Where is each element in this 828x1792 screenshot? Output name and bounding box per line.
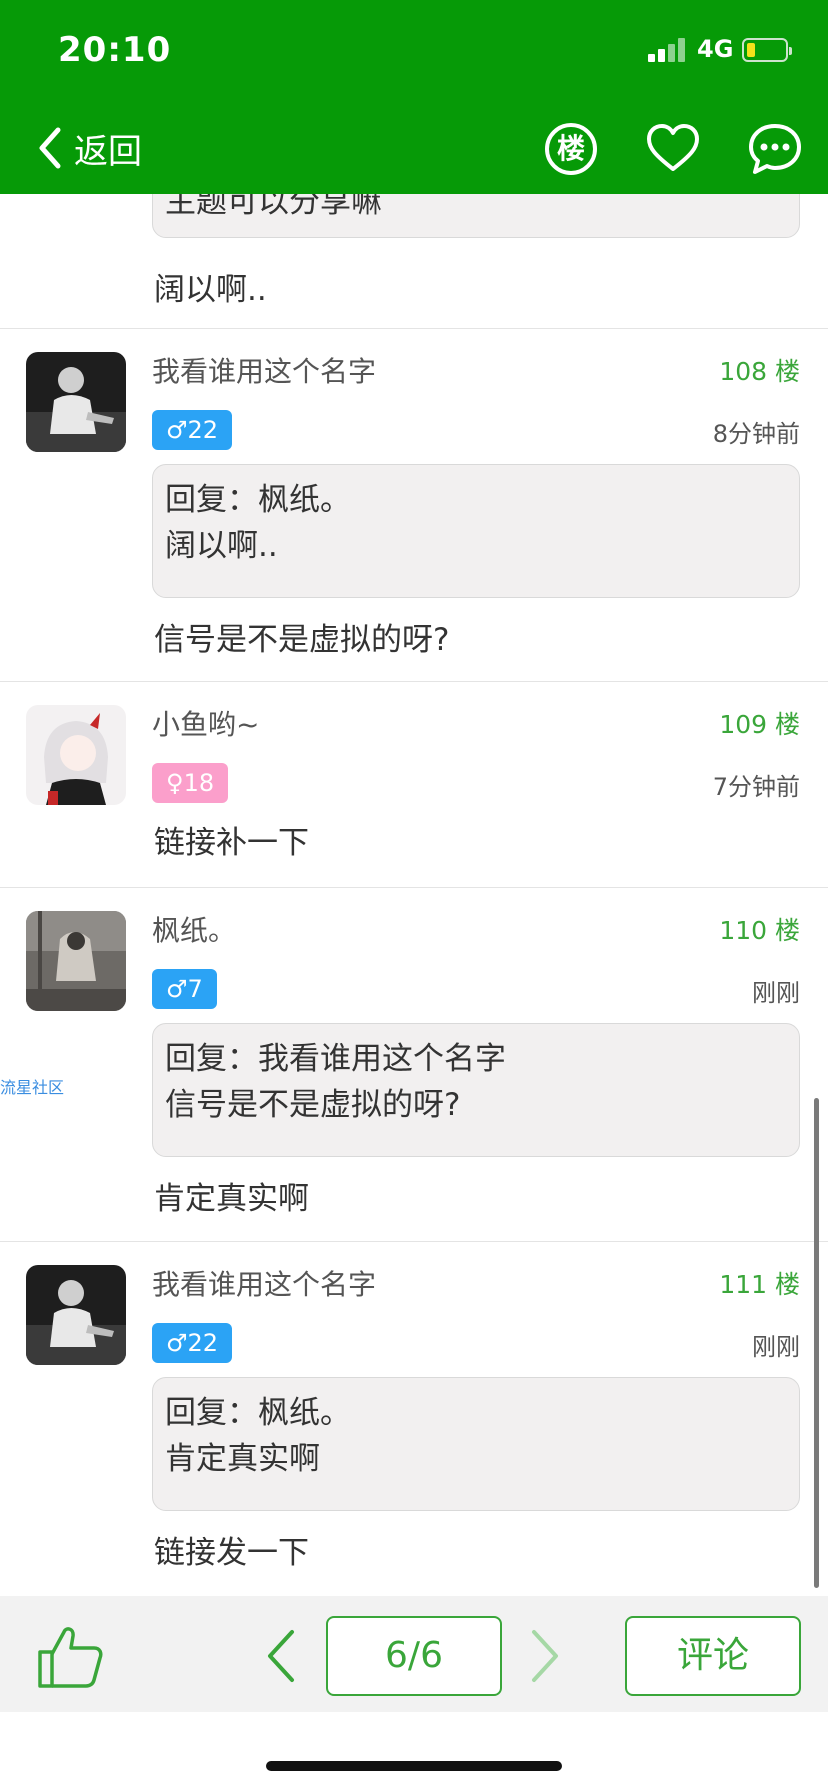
avatar[interactable] — [26, 705, 126, 805]
reply-list[interactable]: 主题可以分享嘛 阔以啊.. 我看谁用这个名字 108 楼 ♂22 8分钟前 回复… — [0, 194, 828, 1596]
floor-number: 109 楼 — [719, 710, 800, 739]
quoted-reply: 回复：我看谁用这个名字 信号是不是虚拟的呀? — [152, 1023, 800, 1157]
scrollbar[interactable] — [814, 1098, 819, 1588]
post-content: 信号是不是虚拟的呀? — [154, 622, 450, 658]
gender-age-badge: ♀18 — [152, 763, 229, 803]
reply-target: 回复：我看谁用这个名字 — [165, 1041, 506, 1077]
nav-header: 20:10 4G 返回 楼 — [0, 0, 828, 194]
back-button[interactable]: 返回 — [36, 118, 142, 178]
chevron-left-icon — [268, 1630, 294, 1682]
avatar[interactable] — [26, 911, 126, 1011]
list-item: 我看谁用这个名字 111 楼 ♂22 刚刚 回复：枫纸。 肯定真实啊 链接发一下 — [0, 1241, 828, 1596]
reply-quote: 信号是不是虚拟的呀? — [165, 1087, 461, 1123]
gender-age-badge: ♂22 — [152, 1323, 233, 1363]
post-time: 8分钟前 — [712, 420, 800, 448]
floor-button[interactable]: 楼 — [543, 121, 599, 177]
avatar[interactable] — [26, 352, 126, 452]
page-indicator[interactable]: 6/6 — [326, 1616, 502, 1696]
thumbs-up-icon — [38, 1627, 103, 1688]
prev-page-button[interactable] — [262, 1626, 298, 1686]
floor-number: 110 楼 — [719, 916, 800, 945]
post-time: 刚刚 — [752, 1333, 800, 1361]
quoted-text: 主题可以分享嘛 — [165, 194, 382, 220]
home-indicator[interactable] — [266, 1761, 562, 1771]
quoted-reply: 回复：枫纸。 肯定真实啊 — [152, 1377, 800, 1511]
comment-button[interactable]: 评论 — [625, 1616, 801, 1696]
gender-age-badge: ♂7 — [152, 969, 217, 1009]
post-content: 肯定真实啊 — [154, 1181, 309, 1217]
network-type: 4G — [697, 35, 734, 63]
previous-post-tail: 主题可以分享嘛 阔以啊.. — [0, 194, 828, 329]
comment-view-button[interactable] — [747, 121, 803, 177]
floor-number: 108 楼 — [719, 357, 800, 386]
post-time: 刚刚 — [752, 979, 800, 1007]
quoted-reply: 主题可以分享嘛 — [152, 194, 800, 238]
reply-target: 回复：枫纸。 — [165, 482, 351, 518]
next-page-button[interactable] — [528, 1626, 564, 1686]
status-time: 20:10 — [58, 30, 172, 70]
reply-quote: 肯定真实啊 — [165, 1441, 320, 1477]
reply-target: 回复：枫纸。 — [165, 1395, 351, 1431]
post-content: 阔以啊.. — [154, 272, 267, 308]
like-button[interactable] — [36, 1622, 106, 1692]
favorite-button[interactable] — [645, 121, 701, 177]
username[interactable]: 枫纸。 — [152, 909, 236, 949]
back-label: 返回 — [74, 131, 142, 172]
battery-icon — [742, 38, 792, 62]
floor-icon-text: 楼 — [556, 132, 585, 165]
list-item: 我看谁用这个名字 108 楼 ♂22 8分钟前 回复：枫纸。 阔以啊.. 信号是… — [0, 328, 828, 682]
list-item: 小鱼哟~ 109 楼 ♀18 7分钟前 链接补一下 — [0, 681, 828, 888]
list-item: 枫纸。 110 楼 ♂7 刚刚 回复：我看谁用这个名字 信号是不是虚拟的呀? 肯… — [0, 887, 828, 1242]
gender-age-badge: ♂22 — [152, 410, 233, 450]
username[interactable]: 我看谁用这个名字 — [152, 350, 376, 390]
chevron-left-icon — [39, 127, 61, 169]
username[interactable]: 我看谁用这个名字 — [152, 1263, 376, 1303]
quoted-reply: 回复：枫纸。 阔以啊.. — [152, 464, 800, 598]
heart-icon — [647, 124, 699, 171]
chevron-right-icon — [532, 1630, 558, 1682]
chat-bubble-icon — [749, 124, 801, 174]
post-content: 链接补一下 — [154, 825, 309, 861]
watermark: 流星社区 — [0, 1078, 65, 1097]
signal-icon — [648, 38, 688, 62]
username[interactable]: 小鱼哟~ — [152, 703, 259, 743]
post-time: 7分钟前 — [712, 773, 800, 801]
reply-quote: 阔以啊.. — [165, 528, 278, 564]
avatar[interactable] — [26, 1265, 126, 1365]
post-content: 链接发一下 — [154, 1535, 309, 1571]
bottom-toolbar: 6/6 评论 — [0, 1596, 828, 1712]
floor-number: 111 楼 — [719, 1270, 800, 1299]
